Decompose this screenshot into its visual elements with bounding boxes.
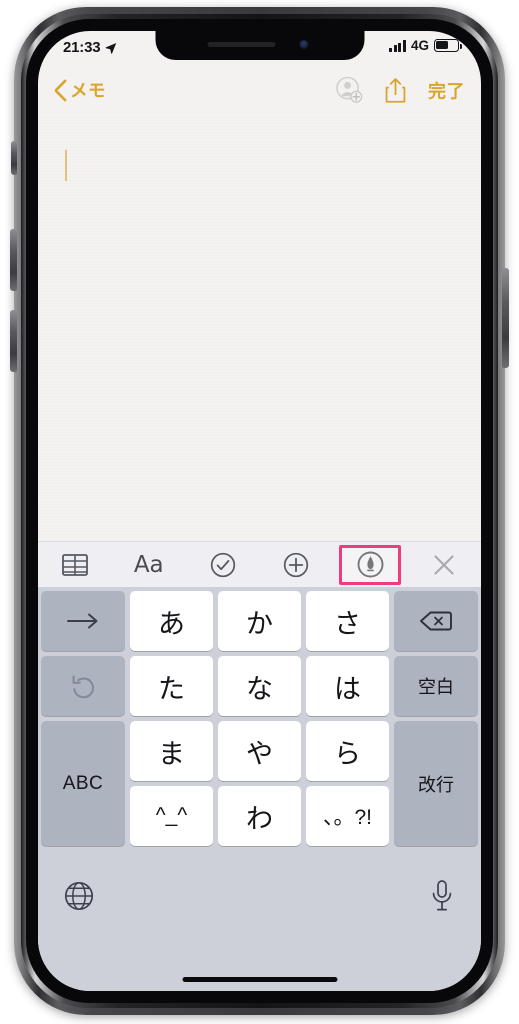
key-wa[interactable]: わ <box>218 786 301 846</box>
earpiece-speaker-icon <box>207 42 275 47</box>
key-emoticon[interactable]: ^_^ <box>130 786 213 846</box>
markup-pen-button[interactable] <box>333 542 407 588</box>
key-space[interactable]: 空白 <box>394 656 478 716</box>
power-button[interactable] <box>502 268 509 368</box>
keyboard-grid: あ か さ た な は 空白 ABC ま や ら 改行 ^_^ わ 、。?! <box>41 591 478 851</box>
battery-icon <box>434 39 462 52</box>
key-ra[interactable]: ら <box>306 721 389 781</box>
key-cursor-right[interactable] <box>41 591 125 651</box>
notch <box>155 31 364 60</box>
key-ka[interactable]: か <box>218 591 301 651</box>
close-keyboard-button[interactable] <box>407 542 481 588</box>
screenshot-stage: 21:33 4G メモ 完了 Aa あ か さ た な は 空白 ABC ま や… <box>0 0 519 1024</box>
chevron-left-icon <box>54 79 67 101</box>
delete-left-icon <box>420 611 452 631</box>
note-body[interactable] <box>38 115 481 541</box>
navigation-actions: 完了 <box>336 76 465 104</box>
network-label: 4G <box>410 37 429 53</box>
keyboard-bottom-bar <box>38 859 481 991</box>
key-sa[interactable]: さ <box>306 591 389 651</box>
battery-fill <box>436 41 448 50</box>
microphone-icon[interactable] <box>431 880 453 911</box>
signal-bars-icon <box>389 40 406 52</box>
volume-down-button[interactable] <box>10 310 17 372</box>
phone-screen: 21:33 4G メモ 完了 Aa あ か さ た な は 空白 ABC ま や… <box>38 31 481 991</box>
back-button-label: メモ <box>70 80 106 101</box>
location-arrow-icon <box>106 42 117 54</box>
text-caret <box>65 150 67 181</box>
arrow-right-icon <box>67 613 98 629</box>
key-delete[interactable] <box>394 591 478 651</box>
undo-icon <box>72 675 94 699</box>
person-add-icon[interactable] <box>336 76 363 104</box>
key-punctuation[interactable]: 、。?! <box>306 786 389 846</box>
add-attachment-icon <box>284 552 309 577</box>
table-icon <box>62 553 88 576</box>
table-button[interactable] <box>38 542 112 588</box>
keyboard: あ か さ た な は 空白 ABC ま や ら 改行 ^_^ わ 、。?! <box>38 587 481 991</box>
text-format-button[interactable]: Aa <box>112 542 186 588</box>
text-format-label: Aa <box>133 551 164 578</box>
add-attachment-button[interactable] <box>259 542 333 588</box>
done-button[interactable]: 完了 <box>428 77 465 103</box>
key-return[interactable]: 改行 <box>394 721 478 846</box>
key-abc[interactable]: ABC <box>41 721 125 846</box>
key-undo[interactable] <box>41 656 125 716</box>
key-ya[interactable]: や <box>218 721 301 781</box>
back-button[interactable]: メモ <box>54 78 106 103</box>
key-ha[interactable]: は <box>306 656 389 716</box>
navigation-bar: メモ 完了 <box>38 65 481 115</box>
key-a[interactable]: あ <box>130 591 213 651</box>
checklist-button[interactable] <box>186 542 260 588</box>
status-bar-left: 21:33 <box>63 39 117 56</box>
globe-icon[interactable] <box>64 881 94 911</box>
home-indicator[interactable] <box>182 977 337 982</box>
markup-pen-icon <box>357 551 384 578</box>
checklist-icon <box>210 552 235 577</box>
silent-switch-button[interactable] <box>11 141 17 175</box>
close-keyboard-icon <box>434 554 454 575</box>
share-icon[interactable] <box>385 77 406 103</box>
status-time: 21:33 <box>63 39 101 56</box>
note-toolbar: Aa <box>38 541 481 587</box>
key-na[interactable]: な <box>218 656 301 716</box>
key-ta[interactable]: た <box>130 656 213 716</box>
front-camera-icon <box>299 40 308 49</box>
key-ma[interactable]: ま <box>130 721 213 781</box>
volume-up-button[interactable] <box>10 229 17 291</box>
status-bar-right: 4G <box>389 37 462 53</box>
